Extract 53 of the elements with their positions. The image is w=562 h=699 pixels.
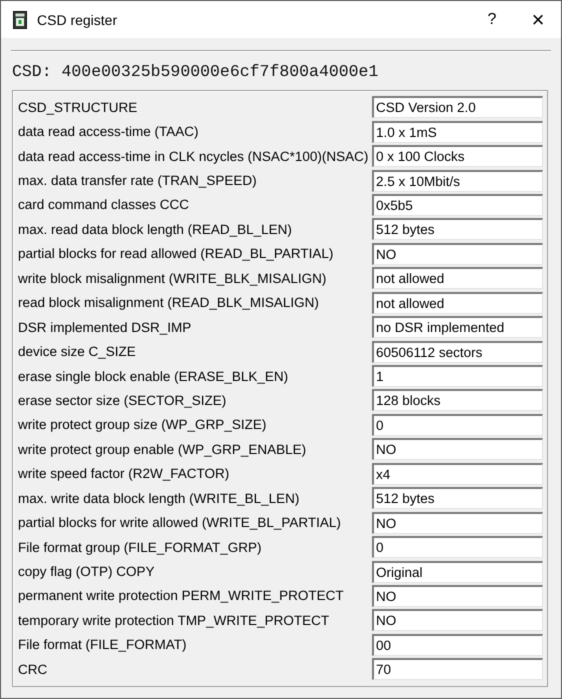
field-label: write protect group enable (WP_GRP_ENABLE) bbox=[18, 442, 308, 457]
value-field[interactable]: Original bbox=[372, 560, 543, 583]
field-label: File format (FILE_FORMAT) bbox=[18, 637, 188, 652]
value-field[interactable]: 2.5 x 10Mbit/s bbox=[372, 170, 543, 192]
field-label: temporary write protection TMP_WRITE_PROTECT bbox=[18, 612, 330, 628]
value-field[interactable]: 60506112 sectors bbox=[372, 340, 543, 363]
field-label: partial blocks for read allowed (READ_BL_PARTIAL) bbox=[18, 246, 334, 262]
field-label: write block misalignment (WRITE_BLK_MISALIGN) bbox=[18, 270, 328, 286]
value-field[interactable]: 0 bbox=[372, 536, 543, 558]
field-label: DSR implemented DSR_IMP bbox=[18, 320, 192, 335]
field-label: permanent write protection PERM_WRITE_PROTECT bbox=[18, 588, 345, 604]
field-label: CRC bbox=[18, 662, 48, 677]
value-field[interactable]: CSD Version 2.0 bbox=[372, 96, 543, 118]
field-label: data read access-time in CLK ncycles (NSAC*100)(NSAC) bbox=[18, 148, 370, 164]
field-label: copy flag (OTP) COPY bbox=[18, 564, 156, 580]
value-field[interactable]: 1.0 x 1mS bbox=[372, 120, 543, 143]
value-field[interactable]: NO bbox=[372, 242, 543, 265]
field-label: CSD_STRUCTURE bbox=[18, 100, 138, 115]
value-field[interactable]: NO bbox=[372, 512, 543, 534]
window-title: CSD register bbox=[37, 12, 118, 28]
value-field[interactable]: 0 x 100 Clocks bbox=[372, 145, 543, 168]
sd-card-icon bbox=[13, 10, 27, 28]
value-field[interactable]: 00 bbox=[372, 634, 543, 656]
field-label: data read access-time (TAAC) bbox=[18, 124, 200, 140]
field-label: write speed factor (R2W_FACTOR) bbox=[18, 466, 230, 482]
value-field[interactable]: 70 bbox=[372, 658, 543, 680]
field-label: erase single block enable (ERASE_BLK_EN) bbox=[18, 368, 290, 384]
field-label: erase sector size (SECTOR_SIZE) bbox=[18, 392, 228, 408]
field-label: max. read data block length (READ_BL_LEN) bbox=[18, 222, 293, 237]
value-field[interactable]: 0x5b5 bbox=[372, 194, 543, 216]
field-label: max. write data block length (WRITE_BL_LEN) bbox=[18, 490, 300, 506]
value-field[interactable]: 1 bbox=[372, 365, 543, 388]
field-label: card command classes CCC bbox=[18, 197, 190, 212]
value-field[interactable]: 512 bytes bbox=[372, 487, 543, 510]
csd-value: CSD: 400e00325b590000e6cf7f800a4000e1 bbox=[12, 62, 380, 81]
value-field[interactable]: not allowed bbox=[372, 267, 543, 290]
field-label: write protect group size (WP_GRP_SIZE) bbox=[18, 417, 268, 432]
value-field[interactable]: NO bbox=[372, 438, 543, 460]
close-button[interactable]: × bbox=[515, 1, 561, 38]
field-label: max. data transfer rate (TRAN_SPEED) bbox=[18, 173, 258, 188]
value-field[interactable]: x4 bbox=[372, 462, 543, 485]
field-label: partial blocks for write allowed (WRITE_BL_PARTIAL) bbox=[18, 515, 342, 530]
field-label: read block misalignment (READ_BLK_MISALIGN) bbox=[18, 295, 320, 310]
value-field[interactable]: no DSR implemented bbox=[372, 316, 543, 338]
value-field[interactable]: NO bbox=[372, 609, 543, 632]
value-field[interactable]: 0 bbox=[372, 414, 543, 436]
value-field[interactable]: 128 blocks bbox=[372, 389, 543, 412]
field-label: device size C_SIZE bbox=[18, 344, 137, 360]
value-field[interactable]: 512 bytes bbox=[372, 218, 543, 240]
value-field[interactable]: not allowed bbox=[372, 292, 543, 314]
field-label: File format group (FILE_FORMAT_GRP) bbox=[18, 540, 263, 555]
help-button[interactable]: ? bbox=[469, 1, 515, 38]
value-field[interactable]: NO bbox=[372, 584, 543, 607]
